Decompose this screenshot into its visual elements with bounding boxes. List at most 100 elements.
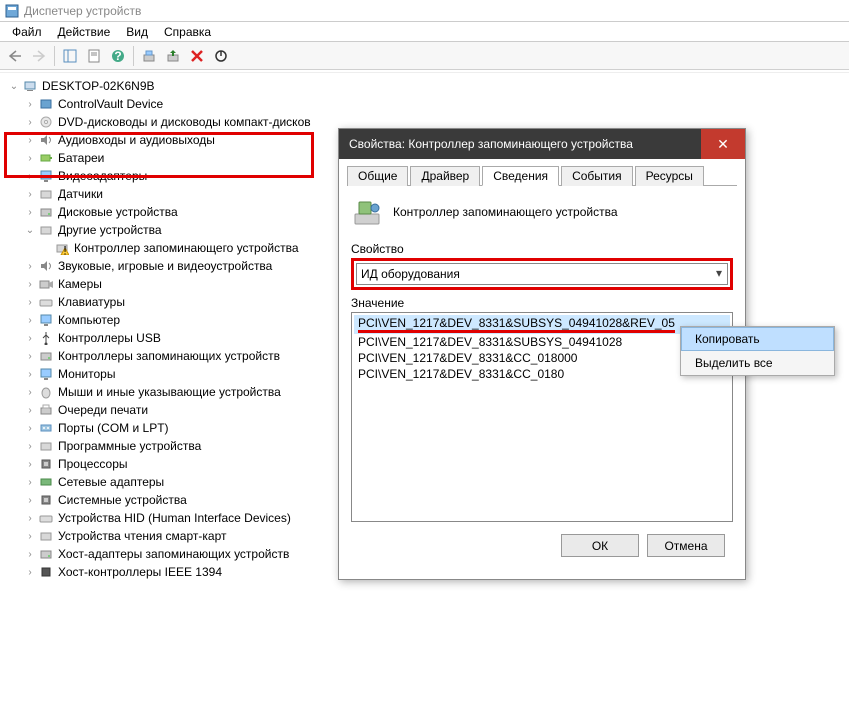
close-button[interactable]: ✕ [701, 129, 745, 159]
category-icon [38, 204, 54, 220]
disable-button[interactable] [210, 45, 232, 67]
menu-view[interactable]: Вид [118, 23, 156, 41]
tab-driver[interactable]: Драйвер [410, 166, 480, 186]
collapse-icon[interactable]: ⌄ [8, 81, 20, 92]
expand-icon[interactable]: › [24, 333, 36, 344]
menu-help[interactable]: Справка [156, 23, 219, 41]
tree-item-label: Другие устройства [58, 223, 162, 237]
expand-icon[interactable]: › [24, 513, 36, 524]
expand-icon[interactable]: › [24, 189, 36, 200]
expand-icon[interactable]: › [24, 117, 36, 128]
category-icon [38, 474, 54, 490]
tree-root-label: DESKTOP-02K6N9B [42, 79, 155, 93]
forward-button[interactable] [28, 45, 50, 67]
tree-category[interactable]: › ControlVault Device [8, 95, 841, 113]
ok-button[interactable]: ОК [561, 534, 639, 557]
category-icon [38, 294, 54, 310]
tree-item-label: Программные устройства [58, 439, 201, 453]
category-icon [38, 366, 54, 382]
context-copy[interactable]: Копировать [681, 327, 834, 351]
category-icon [38, 384, 54, 400]
expand-icon[interactable]: › [24, 441, 36, 452]
expand-icon[interactable]: › [24, 351, 36, 362]
tree-item-label: Мониторы [58, 367, 115, 381]
value-item[interactable]: PCI\VEN_1217&DEV_8331&CC_0180 [354, 366, 730, 382]
expand-icon[interactable]: › [24, 135, 36, 146]
expand-icon[interactable]: › [24, 387, 36, 398]
toolbar: ? [0, 42, 849, 70]
expand-icon[interactable]: › [24, 549, 36, 560]
expand-icon[interactable]: › [24, 369, 36, 380]
dialog-titlebar[interactable]: Свойства: Контроллер запоминающего устро… [339, 129, 745, 159]
expand-icon[interactable]: › [24, 153, 36, 164]
properties-button[interactable] [83, 45, 105, 67]
tree-root[interactable]: ⌄ DESKTOP-02K6N9B [8, 77, 841, 95]
tree-item-label: Компьютер [58, 313, 120, 327]
tree-item-label: ControlVault Device [58, 97, 163, 111]
warning-device-icon: ! [54, 240, 70, 256]
category-icon [38, 132, 54, 148]
tree-item-label: Сетевые адаптеры [58, 475, 164, 489]
expand-icon[interactable]: › [24, 171, 36, 182]
category-icon [38, 402, 54, 418]
menu-action[interactable]: Действие [50, 23, 119, 41]
highlight-property-select [351, 258, 733, 290]
value-text: PCI\VEN_1217&DEV_8331&SUBSYS_04941028&RE… [358, 316, 675, 333]
category-icon [38, 96, 54, 112]
scan-hardware-button[interactable] [138, 45, 160, 67]
value-listbox[interactable]: PCI\VEN_1217&DEV_8331&SUBSYS_04941028&RE… [351, 312, 733, 522]
cancel-button[interactable]: Отмена [647, 534, 725, 557]
svg-text:!: ! [63, 244, 66, 256]
expand-icon[interactable]: ⌄ [24, 225, 36, 236]
category-icon [38, 150, 54, 166]
value-item[interactable]: PCI\VEN_1217&DEV_8331&SUBSYS_04941028&RE… [354, 315, 730, 334]
tree-item-label: Контроллеры запоминающих устройств [58, 349, 280, 363]
tab-details[interactable]: Сведения [482, 166, 559, 186]
computer-icon [22, 78, 38, 94]
tab-resources[interactable]: Ресурсы [635, 166, 704, 186]
expand-icon[interactable]: › [24, 531, 36, 542]
category-icon [38, 438, 54, 454]
expand-icon[interactable]: › [24, 261, 36, 272]
window-titlebar: Диспетчер устройств [0, 0, 849, 22]
property-select[interactable] [356, 263, 728, 285]
expand-icon[interactable]: › [24, 279, 36, 290]
category-icon [38, 564, 54, 580]
uninstall-button[interactable] [186, 45, 208, 67]
show-hide-tree-button[interactable] [59, 45, 81, 67]
tree-item-label: Порты (COM и LPT) [58, 421, 169, 435]
property-label: Свойство [351, 242, 733, 256]
toolbar-separator [54, 46, 55, 66]
tree-item-label: Устройства HID (Human Interface Devices) [58, 511, 291, 525]
help-button[interactable]: ? [107, 45, 129, 67]
category-icon [38, 276, 54, 292]
expand-icon[interactable]: › [24, 315, 36, 326]
tree-item-label: Хост-контроллеры IEEE 1394 [58, 565, 222, 579]
menubar: Файл Действие Вид Справка [0, 22, 849, 42]
expand-icon[interactable]: › [24, 459, 36, 470]
expand-icon[interactable]: › [24, 423, 36, 434]
toolbar-separator [133, 46, 134, 66]
menu-file[interactable]: Файл [4, 23, 50, 41]
value-item[interactable]: PCI\VEN_1217&DEV_8331&SUBSYS_04941028 [354, 334, 730, 350]
tab-events[interactable]: События [561, 166, 633, 186]
expand-icon[interactable]: › [24, 99, 36, 110]
back-button[interactable] [4, 45, 26, 67]
device-header: Контроллер запоминающего устройства [351, 196, 733, 228]
tree-item-label: Видеоадаптеры [58, 169, 147, 183]
category-icon [38, 456, 54, 472]
expand-icon[interactable]: › [24, 495, 36, 506]
expand-icon[interactable]: › [24, 207, 36, 218]
tab-general[interactable]: Общие [347, 166, 408, 186]
value-item[interactable]: PCI\VEN_1217&DEV_8331&CC_018000 [354, 350, 730, 366]
context-select-all[interactable]: Выделить все [681, 351, 834, 375]
update-driver-button[interactable] [162, 45, 184, 67]
expand-icon[interactable]: › [24, 297, 36, 308]
value-text: PCI\VEN_1217&DEV_8331&CC_0180 [358, 367, 564, 381]
value-label: Значение [351, 296, 733, 310]
tree-item-label: Очереди печати [58, 403, 148, 417]
expand-icon[interactable]: › [24, 405, 36, 416]
context-menu: Копировать Выделить все [680, 326, 835, 376]
expand-icon[interactable]: › [24, 477, 36, 488]
expand-icon[interactable]: › [24, 567, 36, 578]
